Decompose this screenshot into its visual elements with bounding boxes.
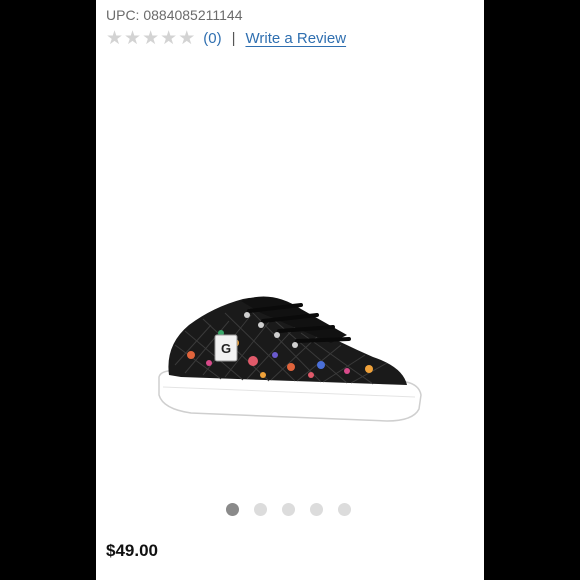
carousel-dot[interactable]	[226, 503, 239, 516]
write-review-link[interactable]: Write a Review	[245, 30, 346, 47]
star-icon: ★	[106, 28, 124, 49]
star-icon: ★	[178, 28, 196, 49]
star-rating[interactable]: ★ ★ ★ ★ ★	[106, 29, 195, 48]
sneaker-image: G	[158, 296, 422, 422]
product-panel: UPC: 0884085211144 ★ ★ ★ ★ ★ (0) | Write…	[96, 0, 484, 580]
star-icon: ★	[124, 28, 142, 49]
star-icon: ★	[160, 28, 178, 49]
svg-text:G: G	[221, 341, 231, 356]
star-icon: ★	[142, 28, 160, 49]
separator: |	[231, 30, 236, 47]
carousel-dot[interactable]	[310, 503, 323, 516]
carousel-dot[interactable]	[254, 503, 267, 516]
price: $49.00	[106, 541, 158, 560]
product-image[interactable]: G	[151, 285, 431, 435]
review-count-link[interactable]: (0)	[203, 30, 221, 47]
carousel-dot[interactable]	[338, 503, 351, 516]
carousel-dot[interactable]	[282, 503, 295, 516]
rating-row: ★ ★ ★ ★ ★ (0) | Write a Review	[106, 29, 346, 48]
upc-code: UPC: 0884085211144	[106, 7, 243, 23]
carousel-indicator	[226, 503, 351, 516]
